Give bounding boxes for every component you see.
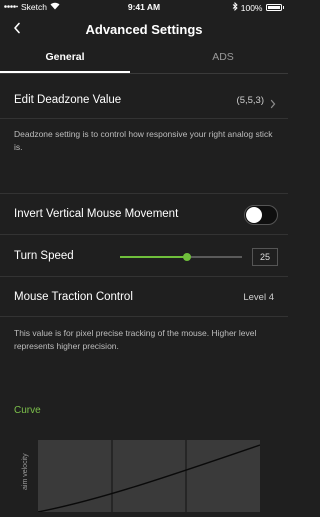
invert-vertical-row: Invert Vertical Mouse Movement [0, 200, 288, 230]
tab-bar: General ADS [0, 44, 288, 74]
navigation-bar: Advanced Settings [0, 14, 288, 44]
curve-y-axis-label: aim velocity [22, 453, 29, 490]
slider-thumb[interactable] [183, 253, 192, 261]
tab-ads[interactable]: ADS [158, 44, 288, 72]
status-right: 100% [232, 1, 284, 13]
page-title: Advanced Settings [85, 22, 203, 37]
invert-vertical-toggle[interactable] [244, 205, 278, 225]
divider [0, 118, 288, 119]
toggle-knob [246, 207, 262, 223]
slider-fill [120, 256, 188, 258]
divider [0, 316, 288, 317]
response-curve [37, 444, 261, 513]
deadzone-label: Edit Deadzone Value [14, 94, 122, 106]
turn-speed-label: Turn Speed [14, 250, 74, 262]
battery-icon [265, 4, 282, 11]
divider [0, 234, 288, 235]
curve-title: Curve [14, 405, 41, 416]
mouse-traction-value: Level 4 [243, 292, 274, 303]
deadzone-description: Deadzone setting is to control how respo… [14, 129, 273, 152]
divider [0, 276, 288, 277]
battery-percent: 100% [240, 2, 263, 13]
invert-vertical-label: Invert Vertical Mouse Movement [14, 208, 179, 220]
status-bar: Sketch 9:41 AM 100% [0, 0, 288, 14]
battery-tip [282, 6, 284, 9]
curve-graph-canvas [37, 440, 261, 513]
turn-speed-slider[interactable] [120, 252, 242, 262]
mouse-traction-label: Mouse Traction Control [14, 291, 133, 303]
mouse-traction-description: This value is for pixel precise tracking… [14, 328, 257, 351]
turn-speed-row: Turn Speed 25 [0, 242, 288, 272]
turn-speed-value-input[interactable]: 25 [252, 248, 278, 266]
chevron-right-icon [270, 96, 276, 114]
bluetooth-icon [232, 1, 238, 13]
tabs-divider [0, 73, 288, 74]
deadzone-row[interactable]: Edit Deadzone Value (5,5,3) [0, 86, 288, 116]
divider [0, 193, 288, 194]
tab-general[interactable]: General [0, 44, 130, 72]
deadzone-value: (5,5,3) [236, 95, 264, 106]
curve-graph [37, 440, 261, 513]
mouse-traction-row[interactable]: Mouse Traction Control Level 4 [0, 284, 288, 314]
